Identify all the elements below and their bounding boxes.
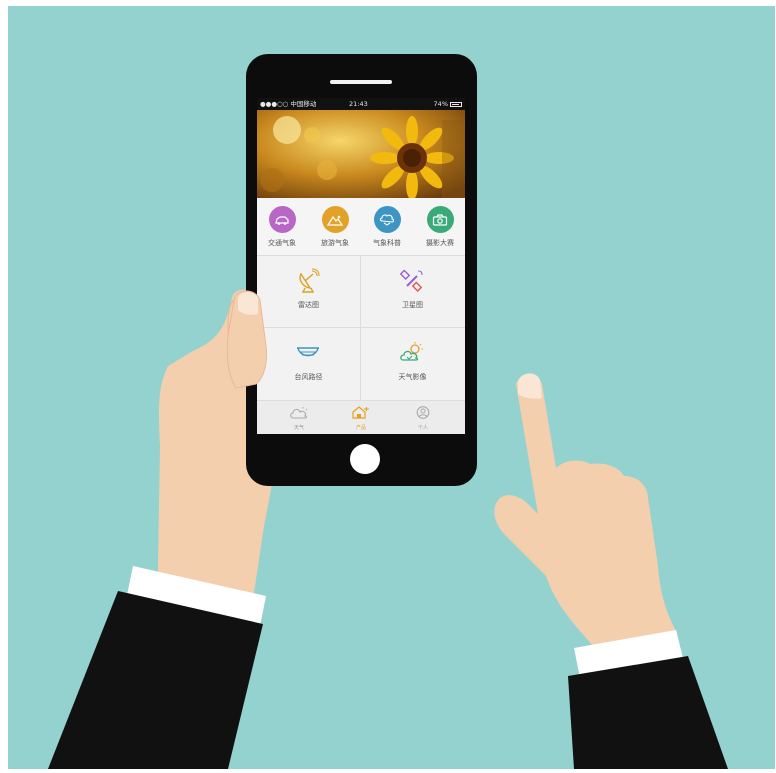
tile-label: 天气影像 [398, 373, 427, 381]
clock: 21:43 [349, 100, 368, 108]
mountain-icon [321, 206, 349, 233]
left-thumb-illustration [226, 290, 267, 389]
category-label: 交通气象 [268, 239, 296, 247]
app-screen: ●●●○○ 中国移动 21:43 74% 交通气象 旅游气象 气象科普 摄影大赛… [257, 98, 465, 434]
product-tab-icon [352, 406, 369, 419]
tile-label: 卫星图 [402, 301, 423, 309]
category-tourism[interactable]: 旅游气象 [313, 206, 357, 248]
battery-percent: 74% [433, 100, 448, 108]
tab-weather[interactable]: 天气 [279, 404, 319, 431]
category-photo-contest[interactable]: 摄影大赛 [418, 206, 462, 248]
category-label: 气象科普 [373, 239, 401, 247]
product-grid: 雷达图 卫星图 台风路径 天气影像 [257, 256, 465, 400]
category-label: 旅游气象 [321, 239, 349, 247]
tile-satellite[interactable]: 卫星图 [361, 256, 464, 327]
car-icon [268, 206, 296, 233]
person-tab-icon [416, 406, 430, 419]
tile-weather-image[interactable]: 天气影像 [361, 328, 464, 399]
grid-divider [257, 327, 465, 328]
typhoon-icon [297, 347, 319, 357]
category-traffic[interactable]: 交通气象 [260, 206, 304, 248]
radar-dish-icon [299, 268, 320, 293]
phone-speaker [330, 80, 392, 84]
status-bar: ●●●○○ 中国移动 21:43 74% [257, 98, 465, 110]
category-science[interactable]: 气象科普 [365, 206, 409, 248]
satellite-icon [399, 269, 423, 292]
tab-product[interactable]: 产品 [341, 404, 381, 431]
camera-icon [426, 206, 454, 233]
grid-divider [360, 256, 361, 400]
battery-icon [450, 101, 462, 107]
tab-bar: 天气 产品 个人 [257, 400, 465, 434]
carrier-label: ●●●○○ 中国移动 [260, 100, 317, 108]
banner-image[interactable] [257, 110, 465, 198]
category-row: 交通气象 旅游气象 气象科普 摄影大赛 [257, 198, 465, 256]
cloud-book-icon [373, 206, 401, 233]
tab-label: 个人 [417, 425, 428, 431]
phone: ●●●○○ 中国移动 21:43 74% 交通气象 旅游气象 气象科普 摄影大赛… [246, 54, 477, 486]
tab-personal[interactable]: 个人 [403, 404, 443, 431]
weather-image-icon [400, 342, 423, 361]
weather-tab-icon [290, 407, 308, 419]
home-button[interactable] [350, 444, 380, 474]
tab-label: 天气 [293, 425, 304, 431]
tab-label: 产品 [355, 425, 366, 431]
background: ●●●○○ 中国移动 21:43 74% 交通气象 旅游气象 气象科普 摄影大赛… [8, 6, 775, 769]
category-label: 摄影大赛 [426, 239, 454, 247]
battery-group: 74% [434, 98, 462, 110]
